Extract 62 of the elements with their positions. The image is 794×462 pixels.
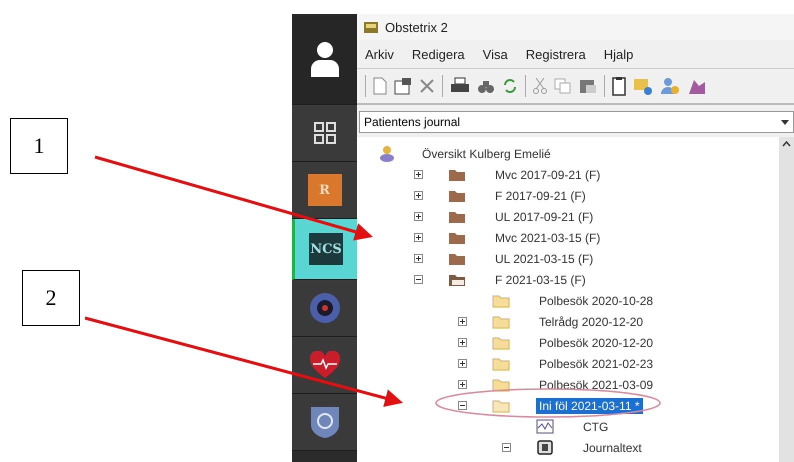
tree-item[interactable]: UL 2021-03-15 (F) <box>492 250 596 266</box>
tree-item[interactable]: Polbesök 2020-10-28 <box>536 292 656 308</box>
refresh-icon[interactable] <box>502 77 518 95</box>
scroll-up-icon[interactable] <box>782 141 791 147</box>
tree-item[interactable]: Översikt Kulberg Emelié <box>419 146 554 162</box>
expand-toggle[interactable] <box>458 380 467 389</box>
clipboard-icon[interactable] <box>612 76 626 96</box>
new-document-icon[interactable] <box>373 77 387 95</box>
expand-toggle[interactable] <box>458 338 467 347</box>
open-folder-icon <box>448 272 466 287</box>
app-tile[interactable]: NCS <box>309 233 343 265</box>
menu-item[interactable]: Arkiv <box>365 46 394 62</box>
menu-item[interactable]: Visa <box>482 46 508 62</box>
printer-icon[interactable] <box>450 77 470 95</box>
chart-icon <box>536 419 554 434</box>
sidebar-item[interactable] <box>292 394 357 451</box>
window-title: Obstetrix 2 <box>385 20 448 34</box>
paste-icon[interactable] <box>579 78 597 94</box>
user-icon[interactable] <box>310 41 340 77</box>
callout-number: 1 <box>10 118 68 174</box>
delete-icon[interactable] <box>419 78 435 94</box>
expand-toggle[interactable] <box>414 212 423 221</box>
app-icon <box>363 20 379 34</box>
tree-item[interactable]: Polbesök 2020-12-20 <box>536 334 656 350</box>
caret-icon <box>781 120 789 124</box>
sidebar-item[interactable] <box>292 14 357 105</box>
tree-item[interactable]: F 2017-09-21 (F) <box>492 188 589 204</box>
expand-toggle[interactable] <box>458 359 467 368</box>
tree-item[interactable]: CTG <box>580 418 612 434</box>
expand-toggle[interactable] <box>414 233 423 242</box>
collapse-toggle[interactable] <box>458 401 467 410</box>
grid-icon[interactable] <box>314 122 336 144</box>
tree-item[interactable]: Journaltext <box>580 440 645 456</box>
tree-item[interactable]: Telrådg 2020-12-20 <box>536 314 646 330</box>
emblem-icon[interactable] <box>308 405 340 439</box>
heart-pulse-icon[interactable] <box>308 351 340 379</box>
menu-item[interactable]: Registrera <box>526 46 586 62</box>
expand-toggle[interactable] <box>414 254 423 263</box>
expand-toggle[interactable] <box>414 170 423 179</box>
properties-icon[interactable] <box>394 77 412 95</box>
sidebar-item[interactable] <box>292 105 357 162</box>
tree-item[interactable]: F 2021-03-15 (F) <box>492 272 589 288</box>
expand-toggle[interactable] <box>414 191 423 200</box>
tree-item[interactable]: UL 2017-09-21 (F) <box>492 208 596 224</box>
tree-item[interactable]: Polbesök 2021-02-23 <box>536 356 656 372</box>
sidebar-item[interactable]: NCS <box>292 219 357 280</box>
tree-item[interactable]: Mvc 2021-03-15 (F) <box>492 230 604 246</box>
binoculars-icon[interactable] <box>477 78 495 94</box>
book-icon <box>536 440 554 455</box>
menu-item[interactable]: Hjalp <box>604 46 634 62</box>
tree-item[interactable]: Ini föl 2021-03-11 * <box>536 398 643 414</box>
menu-item[interactable]: Redigera <box>412 46 465 62</box>
view-dropdown[interactable]: Patientens journal <box>359 111 794 133</box>
expand-toggle[interactable] <box>458 317 467 326</box>
person-icon <box>379 145 395 162</box>
collapse-toggle[interactable] <box>502 443 511 452</box>
callout-number: 2 <box>22 270 80 326</box>
tree-item[interactable]: Mvc 2017-09-21 (F) <box>492 166 604 182</box>
disc-icon[interactable] <box>308 292 340 324</box>
tree-item[interactable]: Polbesök 2021-03-09 <box>536 376 656 392</box>
collapse-toggle[interactable] <box>414 275 423 284</box>
open-folder-icon <box>492 398 510 413</box>
